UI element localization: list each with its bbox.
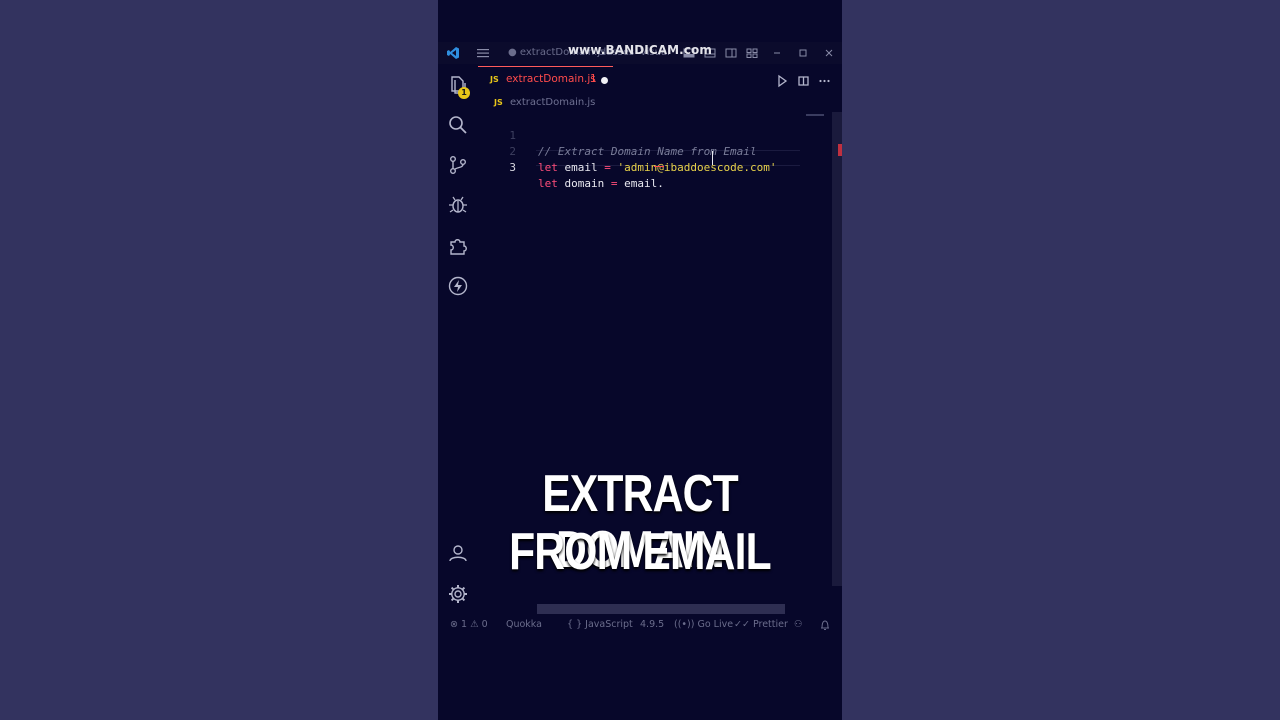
prettier-label: Prettier [752, 619, 788, 630]
more-actions-icon[interactable] [818, 73, 831, 92]
breadcrumb[interactable]: JS extractDomain.js [494, 97, 595, 111]
broadcast-icon: ((•)) [674, 619, 695, 630]
settings-gear-icon[interactable] [447, 583, 469, 605]
javascript-file-icon: JS [490, 75, 499, 84]
prettier-status[interactable]: ✓✓ Prettier [734, 614, 788, 636]
recording-watermark: www.BANDICAM.com [568, 43, 713, 57]
source-control-icon[interactable] [447, 154, 469, 176]
customize-layout-icon[interactable] [746, 42, 758, 64]
go-live-label: Go Live [697, 619, 734, 630]
vscode-window: ● extractDomain.js classes Visual www.BA… [438, 0, 842, 720]
account-sync-icon[interactable]: ⚇ [794, 614, 803, 636]
keyword-token: let [538, 161, 558, 174]
maximize-icon[interactable] [798, 42, 808, 64]
warning-icon: ⚠ [470, 619, 479, 630]
left-backdrop [0, 0, 438, 720]
code-line[interactable]: 2 let email = 'admin@ibaddoescode.com' [476, 128, 776, 174]
string-token: 'admin@ibaddoescode.com' [617, 161, 777, 174]
run-code-icon[interactable] [776, 73, 788, 92]
code-line[interactable]: 3 let domain = email. [476, 144, 664, 190]
operator-token: = [604, 161, 611, 174]
error-icon: ⊗ [450, 619, 458, 630]
warning-count: 0 [481, 619, 488, 630]
vertical-scrollbar[interactable] [832, 112, 842, 586]
braces-icon: { } [567, 619, 583, 630]
extensions-icon[interactable] [447, 234, 469, 256]
split-editor-icon[interactable] [797, 73, 810, 92]
status-bar: ⊗ 1 ⚠ 0 Quokka { } JavaScript 4.9.5 ((•)… [438, 614, 842, 636]
check-icon: ✓✓ [734, 619, 750, 630]
tab-extractdomain[interactable]: JS extractDomain.js 1 [478, 66, 613, 95]
notifications-bell-icon[interactable] [820, 614, 830, 636]
caption-line: FROM EMAIL [509, 523, 772, 581]
bottom-padding [438, 636, 842, 720]
menu-icon[interactable] [476, 42, 490, 64]
right-backdrop [842, 0, 1280, 720]
language-label: JavaScript [585, 619, 633, 630]
explorer-badge: 1 [458, 87, 470, 99]
tab-filename: extractDomain.js [506, 73, 596, 85]
error-scroll-marker [838, 144, 842, 156]
run-debug-icon[interactable] [447, 194, 469, 216]
minimize-icon[interactable] [772, 42, 782, 64]
javascript-file-icon: JS [494, 98, 503, 107]
text-cursor [712, 151, 713, 165]
breadcrumb-file[interactable]: extractDomain.js [510, 97, 595, 108]
search-icon[interactable] [447, 114, 469, 136]
editor-tab-bar: JS extractDomain.js 1 [476, 64, 842, 96]
go-live-status[interactable]: ((•)) Go Live [674, 614, 733, 636]
keyword-token: let [538, 177, 558, 190]
identifier-token: email [564, 161, 598, 174]
minimap-line [806, 114, 824, 116]
code-line[interactable]: 1 // Extract Domain Name from Email [476, 112, 756, 158]
horizontal-scrollbar[interactable] [537, 604, 785, 614]
code-tokens: let email = 'admin@ibaddoescode.com' [538, 160, 776, 176]
close-icon[interactable] [824, 42, 834, 64]
quokka-status[interactable]: Quokka [506, 614, 542, 636]
identifier-token: email. [624, 177, 664, 190]
typescript-version-status[interactable]: 4.9.5 [640, 614, 664, 636]
quokka-lightning-icon[interactable] [447, 275, 469, 297]
error-count: 1 [461, 619, 468, 630]
minimap[interactable] [804, 112, 829, 612]
code-comment: // Extract Domain Name from Email [538, 145, 757, 158]
error-squiggle [654, 164, 664, 167]
layout-sidebar-right-icon[interactable] [725, 42, 737, 64]
activity-bar [438, 64, 476, 614]
code-tokens: let domain = email. [538, 176, 664, 192]
problems-status[interactable]: ⊗ 1 ⚠ 0 [450, 614, 488, 636]
language-mode-status[interactable]: { } JavaScript [567, 614, 633, 636]
line-number: 3 [509, 161, 516, 174]
accounts-icon[interactable] [447, 542, 469, 564]
identifier-token: domain [564, 177, 605, 190]
unsaved-dot-icon[interactable] [601, 77, 608, 84]
vscode-logo-icon[interactable] [446, 42, 460, 64]
tab-problem-count: 1 [590, 73, 597, 85]
operator-token: = [610, 177, 618, 190]
